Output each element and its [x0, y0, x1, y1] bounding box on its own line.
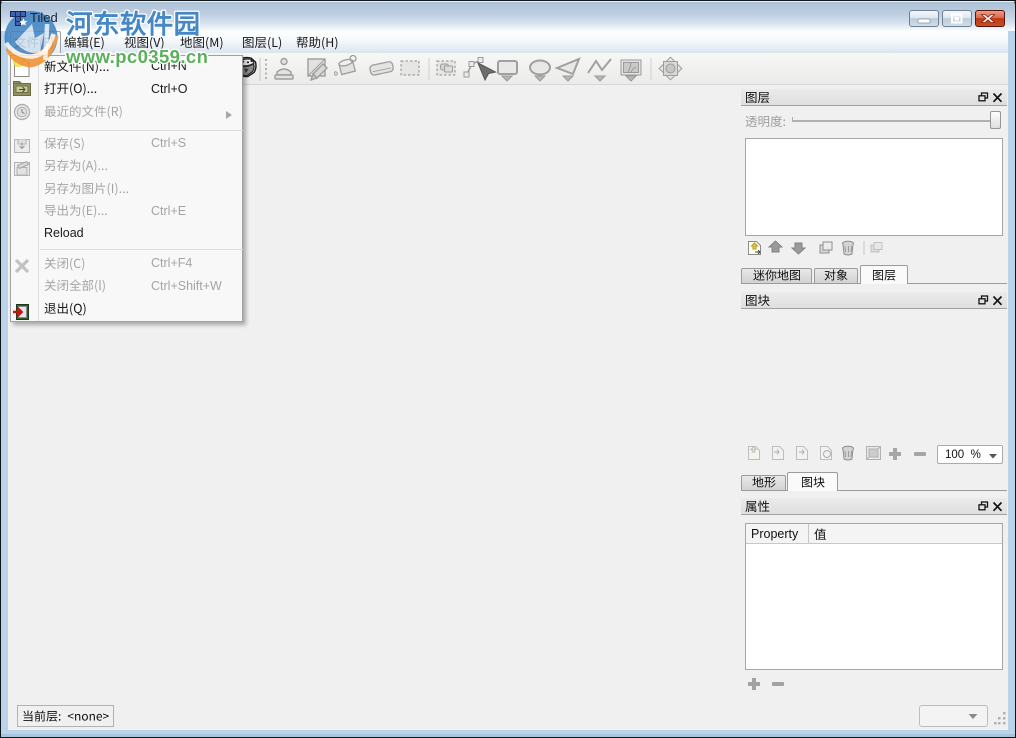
- svg-text:www.pc0359.cn: www.pc0359.cn: [65, 46, 208, 67]
